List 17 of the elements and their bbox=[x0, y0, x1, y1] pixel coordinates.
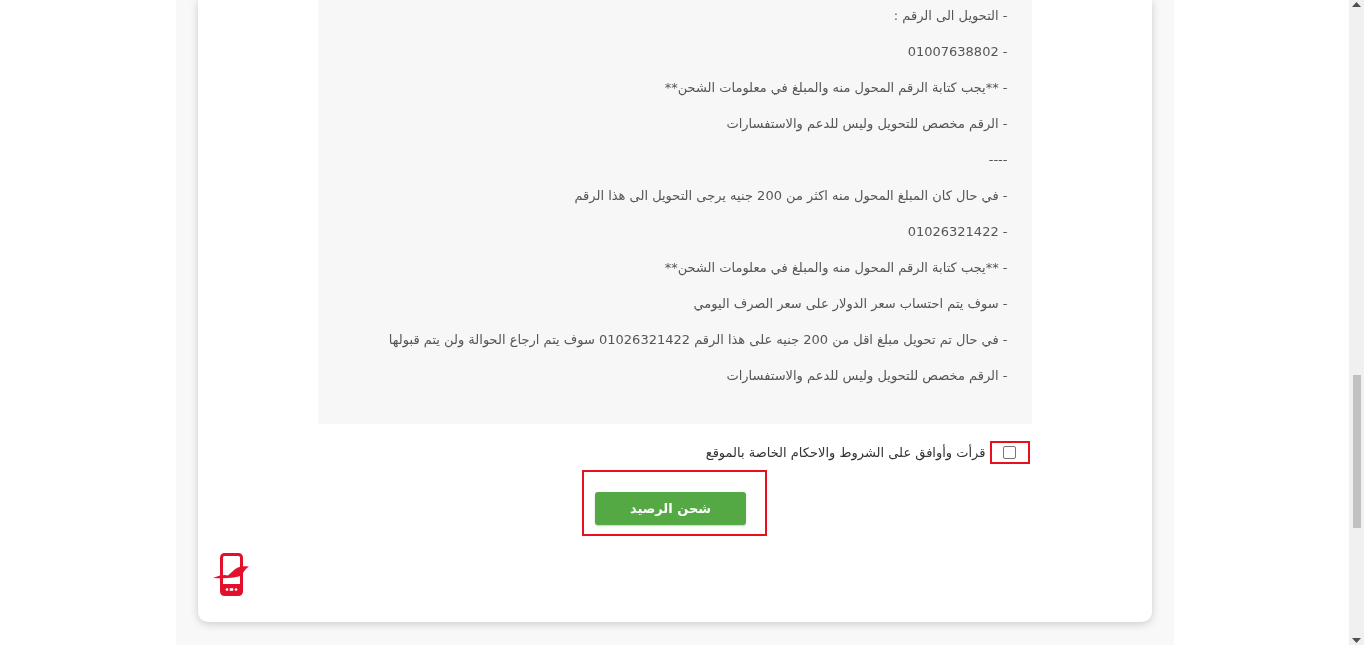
scroll-up-arrow-icon[interactable] bbox=[1352, 2, 1361, 7]
instruction-line: - 01007638802 bbox=[906, 43, 1008, 61]
instruction-line: - سوف يتم احتساب سعر الدولار على سعر الصرف اليومي bbox=[692, 295, 1008, 314]
instruction-line: - الرقم مخصص للتحويل وليس للدعم والاستفسارات bbox=[725, 367, 1008, 386]
checkbox[interactable] bbox=[1003, 446, 1016, 459]
instruction-line: - الرقم مخصص للتحويل وليس للدعم والاستفسارات bbox=[725, 115, 1008, 134]
instruction-line: ---- bbox=[987, 151, 1008, 169]
phone-check-logo-icon bbox=[212, 553, 249, 596]
instruction-line: - **يجب كتابة الرقم المحول منه والمبلغ في معلومات الشحن** bbox=[663, 259, 1008, 278]
scroll-down-arrow-icon[interactable] bbox=[1352, 638, 1361, 643]
instruction-line: - في حال تم تحويل مبلغ اقل من 200 جنيه على هذا الرقم 01026321422 سوف يتم ارجاع الحوالة ولن يتم قبولها bbox=[387, 331, 1008, 350]
instruction-line: - التحويل الى الرقم : bbox=[892, 7, 1008, 26]
terms-label[interactable]: قرأت وأوافق على الشروط والاحكام الخاصة بالموقع bbox=[705, 442, 986, 463]
instruction-line: - **يجب كتابة الرقم المحول منه والمبلغ في معلومات الشحن** bbox=[663, 79, 1008, 98]
instruction-line: - في حال كان المبلغ المحول منه اكثر من 200 جنيه يرجى التحويل الى هذا الرقم bbox=[573, 187, 1008, 206]
instruction-line: - 01026321422 bbox=[906, 223, 1008, 241]
scrollbar-thumb[interactable] bbox=[1352, 375, 1361, 528]
